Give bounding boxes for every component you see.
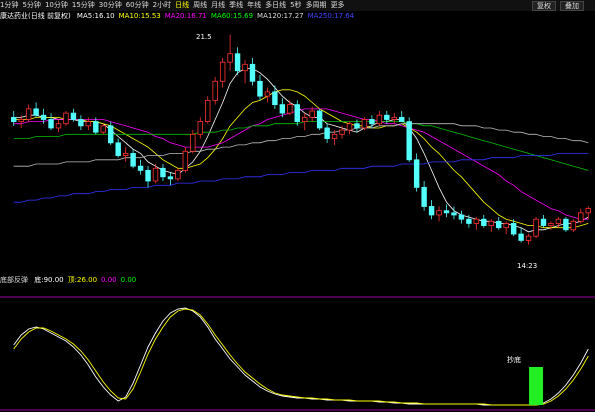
candle-body — [339, 129, 345, 135]
candle-body — [324, 127, 330, 139]
candle-body — [55, 123, 62, 129]
candle-body — [570, 220, 577, 231]
candle-body — [130, 153, 136, 167]
candle-body — [294, 104, 300, 122]
candle-body — [413, 159, 420, 188]
candle-body — [160, 167, 166, 178]
candle-body — [93, 121, 99, 133]
candle-body — [361, 119, 368, 129]
candle-body — [309, 110, 315, 118]
ma-line-ma20 — [13, 108, 589, 220]
candle-body — [257, 80, 263, 97]
candle-body — [525, 235, 532, 241]
right-tab[interactable]: 叠加 — [560, 1, 584, 11]
candle-body — [182, 150, 189, 171]
candle-body — [399, 116, 405, 122]
candle-body — [451, 212, 457, 216]
candle-body — [63, 112, 69, 125]
candle-body — [40, 114, 47, 120]
right-tab[interactable]: 复权 — [532, 1, 556, 11]
candle-body — [25, 108, 32, 120]
ma-line-ma60 — [13, 121, 589, 171]
candle-body — [70, 112, 77, 120]
candle-body — [152, 167, 159, 182]
candle-body — [219, 61, 226, 82]
candle-body — [533, 218, 539, 237]
candle-body — [242, 63, 248, 72]
candle-body — [473, 218, 480, 224]
candle-body — [555, 218, 562, 224]
candle-body — [496, 220, 502, 229]
candle-body — [458, 214, 465, 220]
ma-line-ma5 — [13, 68, 589, 233]
legend-item: 底:90.00 — [34, 276, 64, 284]
indicator-line — [13, 308, 589, 406]
candle-body — [190, 133, 196, 152]
candle-body — [578, 212, 584, 222]
candle-body — [376, 114, 383, 125]
candle-body — [391, 116, 397, 120]
candle-body — [212, 80, 218, 101]
candle-body — [272, 91, 278, 106]
candle-body — [287, 104, 293, 114]
high-price-label: 21.5 — [196, 33, 212, 41]
candle-body — [510, 223, 517, 235]
candle-body — [443, 210, 450, 214]
ma-line-ma120 — [13, 123, 589, 167]
candle-body — [518, 233, 524, 241]
legend-item: 0.00 — [120, 276, 137, 284]
candle-body — [175, 169, 181, 180]
candle-body — [302, 116, 308, 122]
candle-body — [384, 114, 390, 120]
legend-item: 顶:26.00 — [67, 276, 98, 284]
candle-body — [227, 53, 233, 63]
candle-body — [108, 125, 114, 144]
signal-bar — [529, 367, 544, 405]
candle-body — [481, 218, 487, 226]
candle-body — [145, 169, 151, 182]
candle-body — [331, 133, 338, 139]
candle-body — [279, 104, 286, 114]
indicator-name: 底部反弹 — [0, 276, 28, 284]
indicator-line — [13, 307, 589, 406]
low-time-label: 14:23 — [517, 262, 538, 270]
price-chart[interactable] — [0, 0, 595, 412]
candle-body — [18, 119, 24, 123]
candle-body — [205, 99, 211, 122]
legend-item: 0.00 — [101, 276, 117, 284]
candle-body — [48, 119, 54, 129]
candle-body — [466, 218, 472, 224]
candle-body — [421, 186, 427, 207]
candle-body — [11, 116, 17, 122]
candle-body — [316, 110, 323, 129]
candle-body — [122, 153, 129, 156]
candle-body — [167, 176, 174, 180]
ma-line-ma10 — [13, 89, 589, 229]
candle-body — [488, 220, 494, 226]
candle-body — [563, 218, 569, 231]
indicator-legend: 底部反弹 底:90.00 顶:26.00 0.00 0.00 — [0, 274, 595, 286]
candle-body — [428, 206, 435, 216]
candle-body — [115, 142, 121, 156]
candle-body — [354, 123, 360, 129]
chart-root: { "toolbar": { "periods": ["1分钟", "5分钟",… — [0, 0, 595, 412]
candle-body — [33, 108, 39, 116]
candle-body — [346, 123, 353, 131]
candle-body — [137, 165, 144, 171]
candle-body — [548, 223, 554, 226]
candle-body — [85, 121, 92, 127]
candle-body — [503, 223, 509, 229]
candle-body — [540, 218, 547, 226]
candle-body — [249, 63, 256, 82]
candle-body — [234, 53, 241, 72]
candle-body — [369, 119, 375, 125]
candle-body — [100, 125, 106, 133]
candle-body — [78, 119, 84, 127]
candle-body — [406, 121, 412, 161]
candle-body — [264, 91, 271, 97]
candle-body — [585, 208, 591, 214]
signal-label: 抄底 — [507, 356, 521, 364]
candle-body — [197, 121, 203, 135]
candle-body — [436, 210, 442, 216]
